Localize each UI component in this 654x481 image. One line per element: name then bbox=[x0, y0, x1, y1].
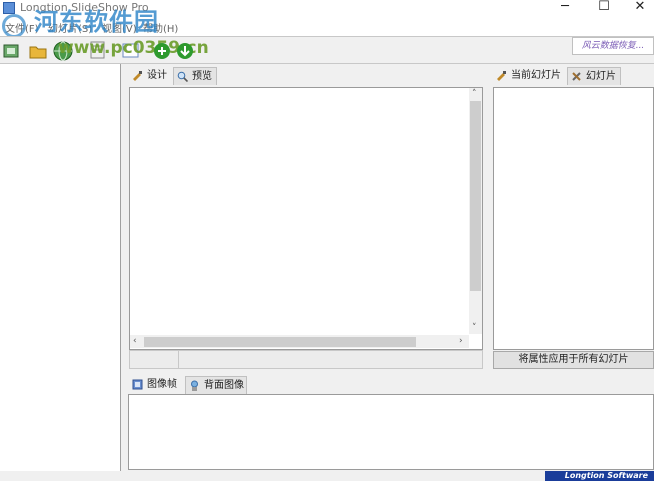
watermark-text: 河东软件园 bbox=[34, 7, 159, 36]
watermark-logo bbox=[2, 14, 26, 38]
download-green-icon[interactable] bbox=[175, 41, 195, 61]
tab-slides-label: 幻灯片 bbox=[586, 71, 616, 82]
apply-to-all-button[interactable]: 将属性应用于所有幻灯片 bbox=[493, 351, 654, 369]
tab-slides[interactable]: 幻灯片 bbox=[567, 67, 621, 85]
scroll-down-arrow-icon[interactable]: ˅ bbox=[472, 323, 477, 333]
promo-banner[interactable]: 风云数据恢复... bbox=[572, 37, 654, 55]
tab-image-frame-label: 图像帧 bbox=[147, 379, 177, 390]
new-slideshow-icon[interactable] bbox=[2, 41, 22, 61]
tab-design[interactable]: 设计 bbox=[129, 67, 171, 85]
brand-label: Longtion Software bbox=[545, 471, 654, 481]
app-icon bbox=[3, 2, 15, 14]
design-tab-icon bbox=[133, 71, 142, 81]
tab-preview[interactable]: 预览 bbox=[173, 67, 217, 85]
add-green-icon[interactable] bbox=[152, 41, 172, 61]
scroll-up-arrow-icon[interactable]: ˄ bbox=[472, 89, 477, 99]
open-folder-icon[interactable] bbox=[28, 41, 48, 61]
vertical-scroll-thumb[interactable] bbox=[470, 101, 481, 291]
image-frame-icon bbox=[132, 379, 143, 390]
tab-design-label: 设计 bbox=[147, 70, 167, 81]
tools-icon bbox=[572, 72, 581, 81]
scroll-right-arrow-icon[interactable]: › bbox=[459, 336, 463, 346]
close-button[interactable]: ✕ bbox=[622, 0, 654, 16]
design-status-bar bbox=[129, 350, 483, 369]
minimize-button[interactable]: ─ bbox=[547, 0, 583, 16]
design-canvas[interactable] bbox=[129, 87, 483, 350]
magnifier-icon bbox=[177, 71, 188, 82]
scroll-left-arrow-icon[interactable]: ‹ bbox=[133, 336, 137, 346]
tab-current-slide-label: 当前幻灯片 bbox=[511, 70, 561, 81]
horizontal-scroll-thumb[interactable] bbox=[144, 337, 416, 347]
slide-properties-panel[interactable] bbox=[493, 87, 654, 350]
current-slide-tab-icon bbox=[497, 71, 506, 81]
tab-background-image[interactable]: 背面图像 bbox=[185, 376, 247, 394]
tab-preview-label: 预览 bbox=[192, 71, 212, 82]
tab-image-frame[interactable]: 图像帧 bbox=[129, 376, 183, 394]
status-divider bbox=[178, 351, 179, 368]
maximize-button[interactable]: ☐ bbox=[586, 0, 622, 16]
tab-current-slide[interactable]: 当前幻灯片 bbox=[493, 67, 565, 85]
background-image-icon bbox=[191, 380, 198, 391]
slide-list-panel[interactable] bbox=[0, 64, 121, 471]
tab-background-image-label: 背面图像 bbox=[204, 380, 244, 391]
image-frame-panel[interactable] bbox=[128, 394, 654, 470]
